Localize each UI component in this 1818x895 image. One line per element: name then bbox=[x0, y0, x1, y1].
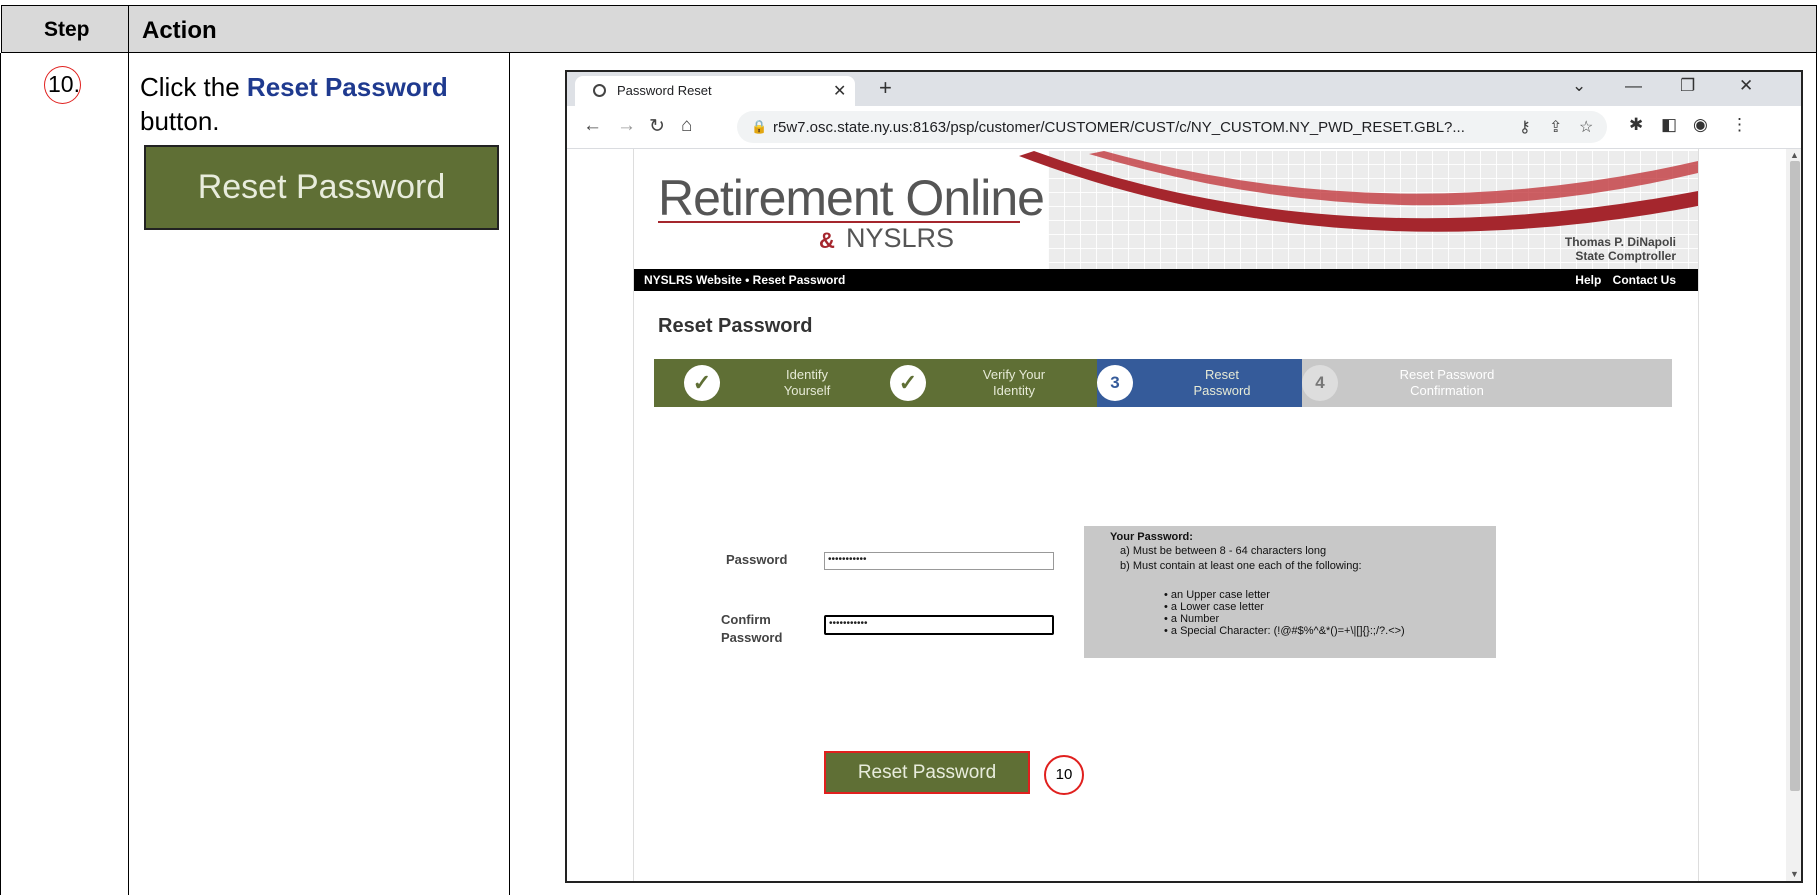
step-4-label-line1: Reset Password bbox=[1399, 367, 1495, 382]
share-icon[interactable]: ⇪ bbox=[1549, 117, 1562, 137]
web-page: Retirement Online & NYSLRS Thomas P. DiN… bbox=[633, 149, 1699, 881]
step-4-future: 4 Reset Password Confirmation bbox=[1302, 359, 1672, 407]
confirm-password-input[interactable]: ••••••••••• bbox=[824, 615, 1054, 635]
page-title: Reset Password bbox=[658, 315, 813, 337]
step-2-label-line1: Verify Your bbox=[982, 367, 1046, 382]
password-requirements: Your Password: a) Must be between 8 - 64… bbox=[1084, 526, 1496, 658]
logo-underline bbox=[658, 221, 1020, 223]
step-number: 10. bbox=[48, 71, 80, 97]
comptroller-title: State Comptroller bbox=[1575, 249, 1676, 263]
table-border-instruction bbox=[509, 53, 510, 895]
profile-icon[interactable]: ◉ bbox=[1693, 115, 1708, 135]
tab-title: Password Reset bbox=[617, 83, 712, 98]
table-border-step bbox=[128, 53, 129, 895]
key-icon[interactable]: ⚷ bbox=[1519, 117, 1531, 137]
step-done-group: ✓ Identify Yourself ✓ Verify Your Identi… bbox=[654, 359, 1097, 407]
browser-toolbar: ← → ↻ ⌂ 🔒 r5w7.osc.state.ny.us:8163/psp/… bbox=[567, 106, 1801, 149]
step-1-label-line2: Yourself bbox=[783, 383, 831, 398]
step-callout-badge: 10 bbox=[1044, 755, 1084, 795]
step-2-label-line2: Identity bbox=[993, 383, 1035, 398]
step-column-header: Step bbox=[1, 5, 129, 53]
help-link[interactable]: Help bbox=[1575, 273, 1601, 287]
nyslrs-mark-icon: & bbox=[819, 228, 835, 253]
comptroller-name: Thomas P. DiNapoli bbox=[1564, 235, 1676, 249]
requirement-contains: b) Must contain at least one each of the… bbox=[1120, 560, 1362, 572]
password-label: Password bbox=[726, 552, 788, 567]
restore-icon[interactable]: ❐ bbox=[1680, 76, 1695, 96]
logo-nyslrs: NYSLRS bbox=[846, 223, 955, 253]
step-4-label: Reset Password Confirmation bbox=[1362, 367, 1532, 399]
step-3-label-line2: Password bbox=[1193, 383, 1251, 398]
requirement-item: • a Special Character: (!@#$%^&*()=+\|[]… bbox=[1164, 625, 1405, 637]
reset-password-button-sample: Reset Password bbox=[144, 145, 499, 230]
requirements-title: Your Password: bbox=[1110, 531, 1193, 543]
confirm-label-line2: Password bbox=[721, 630, 783, 645]
browser-window: Password Reset ✕ + ⌄ — ❐ ✕ ← → ↻ ⌂ 🔒 r5w… bbox=[565, 70, 1803, 883]
tab-password-reset[interactable]: Password Reset ✕ bbox=[575, 76, 855, 106]
instruction-target: Reset Password bbox=[246, 72, 448, 102]
tab-bar: Password Reset ✕ + ⌄ — ❐ ✕ bbox=[567, 72, 1801, 106]
reload-icon[interactable]: ↻ bbox=[649, 115, 665, 138]
site-navbar: NYSLRS Website • Reset Password Help Con… bbox=[634, 269, 1698, 291]
password-input[interactable]: ••••••••••• bbox=[824, 552, 1054, 570]
step-3-label-line1: Reset bbox=[1205, 367, 1239, 382]
step-4-badge: 4 bbox=[1302, 365, 1338, 401]
instruction-suffix: button. bbox=[140, 106, 220, 136]
step-1-label-line1: Identify bbox=[786, 367, 828, 382]
action-header-label: Action bbox=[142, 17, 217, 44]
reset-password-button[interactable]: Reset Password bbox=[824, 751, 1030, 794]
requirement-item: • a Number bbox=[1164, 613, 1220, 625]
confirm-password-label: Confirm Password bbox=[721, 612, 782, 645]
table-border-right bbox=[1816, 53, 1817, 895]
extensions-icon[interactable]: ✱ bbox=[1629, 115, 1643, 135]
url-text[interactable]: r5w7.osc.state.ny.us:8163/psp/customer/C… bbox=[773, 119, 1465, 136]
globe-icon bbox=[593, 84, 606, 97]
step-3-label: Reset Password bbox=[1157, 367, 1287, 399]
minimize-icon[interactable]: — bbox=[1625, 76, 1642, 96]
confirm-label-line1: Confirm bbox=[721, 612, 771, 627]
instruction-prefix: Click the bbox=[140, 72, 247, 102]
breadcrumb[interactable]: NYSLRS Website • Reset Password bbox=[644, 273, 845, 287]
step-header-label: Step bbox=[44, 18, 90, 41]
scroll-up-icon[interactable]: ▲ bbox=[1790, 150, 1799, 160]
lock-icon: 🔒 bbox=[751, 119, 768, 134]
logo-retirement-online: Retirement Online bbox=[658, 170, 1045, 226]
close-tab-icon[interactable]: ✕ bbox=[833, 81, 846, 101]
contact-us-link[interactable]: Contact Us bbox=[1613, 273, 1676, 287]
step-2-check-icon: ✓ bbox=[890, 365, 926, 401]
action-column-header: Action bbox=[128, 5, 1817, 53]
back-icon[interactable]: ← bbox=[583, 115, 602, 137]
instruction-text: Click the Reset Password button. bbox=[140, 70, 500, 138]
close-window-icon[interactable]: ✕ bbox=[1739, 76, 1753, 96]
menu-icon[interactable]: ⋮ bbox=[1731, 115, 1748, 135]
tab-search-icon[interactable]: ⌄ bbox=[1572, 76, 1586, 96]
scroll-thumb[interactable] bbox=[1790, 161, 1800, 791]
step-3-active: 3 Reset Password bbox=[1097, 359, 1302, 407]
page-scrollbar[interactable]: ▲ ▼ bbox=[1786, 149, 1801, 881]
step-3-badge: 3 bbox=[1097, 365, 1133, 401]
requirement-item: • an Upper case letter bbox=[1164, 589, 1270, 601]
progress-steps: ✓ Identify Yourself ✓ Verify Your Identi… bbox=[654, 359, 1672, 407]
step-2-label: Verify Your Identity bbox=[949, 367, 1079, 399]
side-panel-icon[interactable]: ◧ bbox=[1661, 115, 1677, 135]
site-banner: Retirement Online & NYSLRS Thomas P. DiN… bbox=[634, 151, 1698, 271]
step-1-check-icon: ✓ bbox=[684, 365, 720, 401]
home-icon[interactable]: ⌂ bbox=[681, 115, 692, 137]
step-4-label-line2: Confirmation bbox=[1410, 383, 1484, 398]
comptroller-block: Thomas P. DiNapoli State Comptroller bbox=[1565, 235, 1676, 263]
address-bar[interactable]: 🔒 r5w7.osc.state.ny.us:8163/psp/customer… bbox=[737, 111, 1607, 143]
forward-icon[interactable]: → bbox=[617, 115, 636, 137]
scroll-down-icon[interactable]: ▼ bbox=[1790, 869, 1799, 879]
requirement-length: a) Must be between 8 - 64 characters lon… bbox=[1120, 545, 1327, 557]
requirement-item: • a Lower case letter bbox=[1164, 601, 1264, 613]
table-border-left bbox=[0, 53, 1, 895]
navbar-links: Help Contact Us bbox=[1567, 273, 1676, 287]
page-viewport: Retirement Online & NYSLRS Thomas P. DiN… bbox=[567, 149, 1801, 881]
bookmark-star-icon[interactable]: ☆ bbox=[1579, 117, 1593, 137]
step-1-label: Identify Yourself bbox=[742, 367, 872, 399]
new-tab-button[interactable]: + bbox=[879, 75, 892, 101]
